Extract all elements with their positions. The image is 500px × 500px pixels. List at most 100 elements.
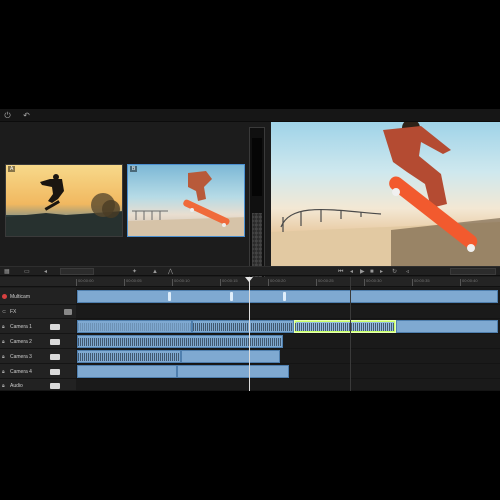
ruler-label: 00:00:20: [270, 278, 286, 283]
track-header-camera-1[interactable]: 🔒︎ Camera 1: [0, 319, 76, 334]
track-header-camera-4[interactable]: 🔒︎ Camera 4: [0, 364, 76, 379]
ruler-tick: [172, 279, 173, 286]
ruler-tick: [364, 279, 365, 286]
ruler-label: 00:00:25: [318, 278, 334, 283]
camera-angle-thumbnail-1[interactable]: A: [5, 164, 123, 237]
video-clip[interactable]: [77, 350, 181, 363]
snap-icon[interactable]: ⋀: [168, 268, 173, 276]
waveform: [78, 352, 180, 361]
playhead-handle[interactable]: [245, 277, 253, 282]
track-header-audio[interactable]: 🔒︎ Audio: [0, 379, 76, 391]
lock-icon[interactable]: 🔒︎: [2, 354, 5, 360]
lock-icon[interactable]: 🔒︎: [2, 369, 5, 375]
letterbox-bottom: [0, 391, 500, 500]
waveform: [193, 322, 293, 331]
track-header-fx[interactable]: ⊂ FX: [0, 305, 76, 319]
video-editor-window: ⏻ ↶ A B ▦ ▭ ◂ ✦ ▲ ⋀ ⏮ ◂ ▶ ■ ▸ ↻ ◃ 00:00:…: [0, 109, 500, 391]
track-name: Camera 2: [10, 339, 32, 345]
monitor-toggle[interactable]: [50, 339, 60, 345]
ruler-label: 00:00:35: [414, 278, 430, 283]
razor-icon[interactable]: ✦: [132, 268, 137, 276]
ruler-label: 00:00:15: [222, 278, 238, 283]
track-name: Multicam: [10, 294, 31, 300]
timeline-ruler[interactable]: 00:00:00 00:00:05 00:00:10 00:00:15 00:0…: [76, 277, 500, 287]
track-name: Camera 1: [10, 324, 32, 330]
angle-label: B: [130, 166, 138, 172]
track-name: FX: [10, 309, 17, 315]
track-lane-audio[interactable]: [76, 379, 500, 391]
track-header-camera-2[interactable]: 🔒︎ Camera 2: [0, 334, 76, 349]
ruler-label: 00:00:40: [462, 278, 478, 283]
track-name: Camera 3: [10, 354, 32, 360]
monitor-icon[interactable]: ▭: [24, 268, 30, 276]
top-toolbar: ⏻ ↶: [0, 109, 500, 122]
secondary-marker-line: [350, 277, 351, 391]
skater-preview-image: [271, 122, 500, 266]
marker-icon[interactable]: ▲: [152, 268, 158, 276]
video-clip[interactable]: [77, 320, 192, 333]
transport-bar: ▦ ▭ ◂ ✦ ▲ ⋀ ⏮ ◂ ▶ ■ ▸ ↻ ◃: [0, 266, 500, 276]
ruler-label: 00:00:10: [174, 278, 190, 283]
lock-icon[interactable]: 🔒︎: [2, 383, 5, 389]
lock-icon[interactable]: 🔒︎: [2, 324, 5, 330]
ruler-label: 00:00:30: [366, 278, 382, 283]
volume-icon[interactable]: ◃: [406, 268, 409, 276]
cut-marker[interactable]: [283, 292, 286, 301]
monitor-toggle[interactable]: [50, 369, 60, 375]
lock-icon[interactable]: 🔒︎: [2, 339, 5, 345]
record-icon[interactable]: [2, 294, 7, 299]
track-header-camera-3[interactable]: 🔒︎ Camera 3: [0, 349, 76, 364]
monitor-toggle[interactable]: [50, 354, 60, 360]
multicam-clip[interactable]: [77, 290, 498, 303]
track-name: Camera 4: [10, 369, 32, 375]
track-lane-fx[interactable]: [76, 305, 500, 319]
video-clip[interactable]: [396, 320, 498, 333]
grid-icon[interactable]: ▦: [4, 268, 10, 276]
track-toggle[interactable]: [64, 309, 72, 315]
fx-icon[interactable]: ⊂: [2, 309, 6, 315]
video-clip[interactable]: [177, 365, 289, 378]
waveform: [78, 337, 282, 346]
undo-icon[interactable]: ↶: [22, 111, 31, 120]
track-lane-multicam[interactable]: [76, 288, 500, 305]
waveform: [295, 322, 395, 331]
track-lane-camera-4[interactable]: [76, 364, 500, 379]
play-icon[interactable]: ▶: [360, 268, 365, 276]
go-to-start-icon[interactable]: ⏮: [338, 268, 343, 276]
cut-marker[interactable]: [168, 292, 171, 301]
power-icon[interactable]: ⏻: [3, 111, 12, 120]
selected-clip[interactable]: [294, 320, 396, 333]
camera-angle-thumbnail-2[interactable]: B: [127, 164, 245, 237]
zoom-dropdown[interactable]: [60, 268, 94, 275]
track-lane-camera-3[interactable]: [76, 349, 500, 364]
step-forward-icon[interactable]: ▸: [380, 268, 383, 276]
video-clip[interactable]: [181, 350, 280, 363]
ruler-tick: [460, 279, 461, 286]
playhead-line[interactable]: [249, 277, 250, 391]
monitor-toggle[interactable]: [50, 324, 60, 330]
loop-icon[interactable]: ↻: [392, 268, 397, 276]
skater-orange-board-image: [128, 171, 244, 236]
speaker-icon[interactable]: ◂: [44, 268, 47, 276]
angle-label: A: [8, 166, 16, 172]
ruler-tick: [76, 279, 77, 286]
program-preview[interactable]: [271, 122, 500, 266]
scopes-panel: [249, 127, 265, 280]
video-clip[interactable]: [77, 335, 283, 348]
timecode-display: [450, 268, 496, 275]
video-clip[interactable]: [77, 365, 177, 378]
monitor-toggle[interactable]: [50, 383, 60, 389]
video-clip[interactable]: [192, 320, 294, 333]
cut-marker[interactable]: [230, 292, 233, 301]
track-header-multicam[interactable]: Multicam: [0, 288, 76, 305]
track-lane-camera-2[interactable]: [76, 334, 500, 349]
track-lane-camera-1[interactable]: [76, 319, 500, 334]
stop-icon[interactable]: ■: [370, 268, 374, 276]
ruler-tick: [220, 279, 221, 286]
ruler-tick: [268, 279, 269, 286]
step-back-icon[interactable]: ◂: [350, 268, 353, 276]
skater-silhouette-image: [6, 174, 122, 236]
ruler-label: 00:00:05: [126, 278, 142, 283]
scope-display: [252, 138, 262, 196]
ruler-tick: [316, 279, 317, 286]
